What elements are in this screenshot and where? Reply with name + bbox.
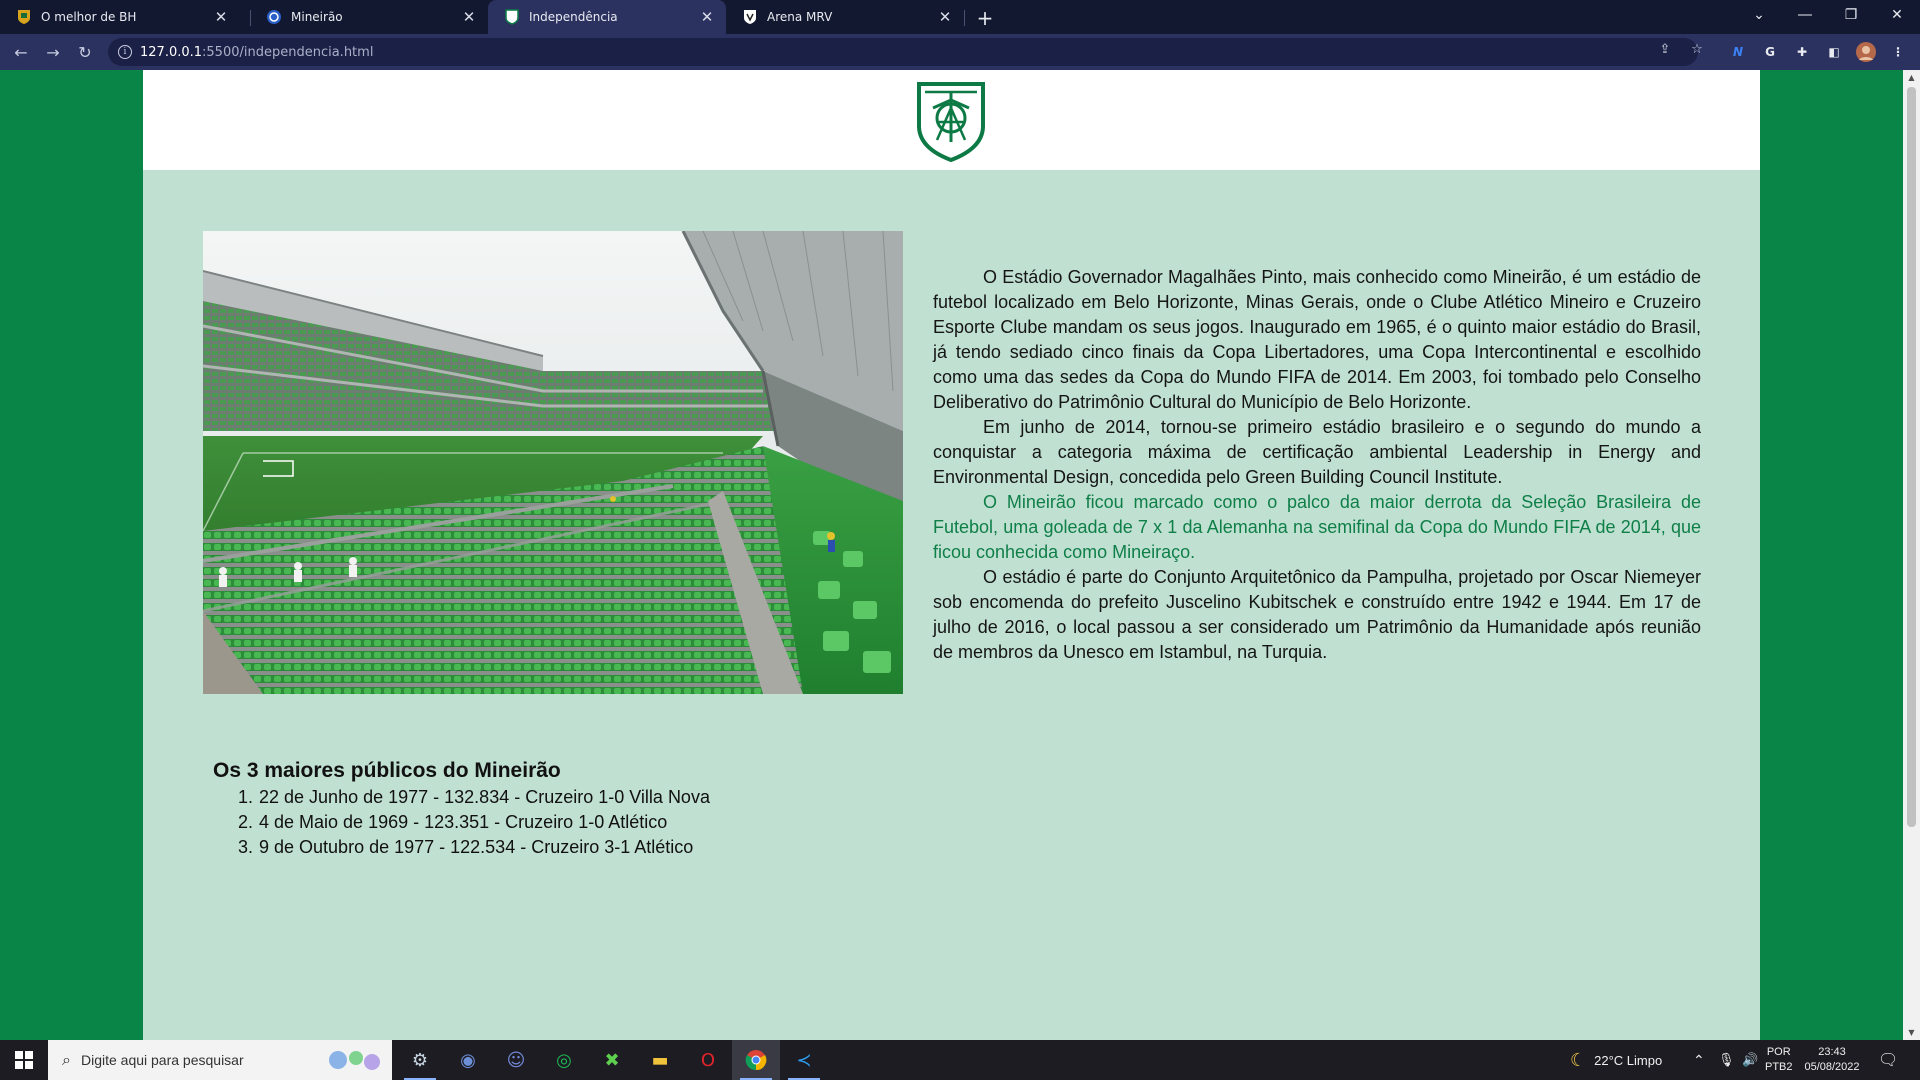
shield-icon [742, 9, 758, 25]
vscode-icon[interactable]: ≺ [780, 1040, 828, 1080]
tab-o-melhor-de-bh[interactable]: O melhor de BH ✕ [0, 0, 240, 34]
article-paragraph: O estádio é parte do Conjunto Arquitetôn… [933, 567, 1701, 662]
steam-icon[interactable]: ⚙ [396, 1040, 444, 1080]
forward-arrow-icon[interactable]: → [40, 39, 66, 65]
restore-button[interactable]: ❐ [1828, 0, 1874, 30]
app-circle-icon[interactable]: ◉ [444, 1040, 492, 1080]
url-path: :5500/independencia.html [202, 44, 374, 60]
page-viewport: O Estádio Governador Magalhães Pinto, ma… [0, 70, 1920, 1040]
list-item: 2. 4 de Maio de 1969 - 123.351 - Cruzeiro… [233, 810, 710, 835]
stadium-article: O Estádio Governador Magalhães Pinto, ma… [933, 265, 1701, 665]
records-list: 1. 22 de Junho de 1977 - 132.834 - Cruzei… [233, 785, 710, 860]
article-paragraph-highlight: O Mineirão ficou marcado como o palco da… [933, 492, 1701, 562]
attendance-records: Os 3 maiores públicos do Mineirão 1. 22 d… [213, 757, 710, 860]
scroll-down-arrow-icon[interactable]: ▼ [1907, 1028, 1916, 1037]
tab-independencia[interactable]: Independência ✕ [488, 0, 726, 34]
globe-icon [266, 9, 282, 25]
tab-title: Mineirão [291, 10, 343, 24]
file-explorer-icon[interactable]: ▬ [636, 1040, 684, 1080]
windows-taskbar: ⌕ Digite aqui para pesquisar ⚙ ◉ ☺ ◎ ✖ ▬… [0, 1040, 1920, 1080]
list-item: 1. 22 de Junho de 1977 - 132.834 - Cruzei… [233, 785, 710, 810]
tab-strip: O melhor de BH ✕ Mineirão ✕ Independênci… [0, 0, 1920, 34]
extension-g-icon[interactable]: G [1760, 42, 1780, 62]
list-item-number: 2. [237, 812, 253, 832]
tab-arena-mrv[interactable]: Arena MRV ✕ [726, 0, 964, 34]
records-title: Os 3 maiores públicos do Mineirão [213, 759, 561, 782]
close-tab-icon[interactable]: ✕ [934, 6, 956, 28]
moon-icon: ☾ [1570, 1049, 1587, 1070]
spotify-icon[interactable]: ◎ [540, 1040, 588, 1080]
extensions-puzzle-icon[interactable]: ✚ [1792, 42, 1812, 62]
tab-divider [964, 10, 965, 26]
weather-widget[interactable]: ☾ 22°C Limpo [1570, 1040, 1662, 1080]
list-item-number: 1. [237, 787, 253, 807]
close-tab-icon[interactable]: ✕ [696, 6, 718, 28]
list-item-text: 4 de Maio de 1969 - 123.351 - Cruzeiro 1… [259, 812, 668, 832]
clock[interactable]: 23:43 05/08/2022 [1802, 1040, 1862, 1080]
stadium-photo [203, 231, 903, 694]
new-tab-button[interactable]: + [972, 5, 998, 31]
chrome-icon[interactable] [732, 1040, 780, 1080]
clock-time: 23:43 [1818, 1046, 1846, 1058]
site-info-icon[interactable]: i [118, 45, 132, 59]
url-host: 127.0.0.1 [140, 44, 203, 60]
reload-icon[interactable]: ↻ [72, 39, 98, 65]
shield-icon [504, 9, 520, 25]
windows-start-icon[interactable] [0, 1040, 48, 1080]
browser-menu-icon[interactable]: ⋮ [1888, 42, 1908, 62]
list-item-number: 3. [237, 837, 253, 857]
input-language[interactable]: POR PTB2 [1765, 1040, 1793, 1080]
close-window-button[interactable]: ✕ [1874, 0, 1920, 30]
browser-toolbar: ← → ↻ i 127.0.0.1 :5500/independencia.ht… [0, 34, 1920, 70]
notifications-icon[interactable]: 🗨 [1878, 1040, 1898, 1080]
side-panel-icon[interactable]: ◧ [1824, 42, 1844, 62]
tab-mineirao[interactable]: Mineirão ✕ [250, 0, 488, 34]
extension-n-icon[interactable]: N [1728, 42, 1748, 62]
weather-text: 22°C Limpo [1594, 1052, 1663, 1068]
share-icon[interactable]: ⇪ [1656, 40, 1674, 58]
club-shield-icon [16, 9, 32, 25]
page-container: O Estádio Governador Magalhães Pinto, ma… [143, 70, 1760, 1040]
club-crest-logo[interactable] [915, 80, 987, 162]
list-item: 3. 9 de Outubro de 1977 - 122.534 - Cruze… [233, 835, 710, 860]
taskbar-search[interactable]: ⌕ Digite aqui para pesquisar [48, 1040, 392, 1080]
show-hidden-icons-chevron-icon[interactable]: ⌃ [1693, 1040, 1705, 1080]
search-placeholder: Digite aqui para pesquisar [80, 1052, 244, 1068]
list-item-text: 9 de Outubro de 1977 - 122.534 - Cruzeir… [259, 837, 694, 857]
minimize-button[interactable]: ― [1782, 0, 1828, 30]
close-tab-icon[interactable]: ✕ [210, 6, 232, 28]
article-paragraph: Em junho de 2014, tornou-se primeiro est… [933, 417, 1701, 487]
opera-icon[interactable]: O [684, 1040, 732, 1080]
scrollbar-thumb[interactable] [1907, 87, 1916, 827]
back-arrow-icon[interactable]: ← [8, 39, 34, 65]
microphone-icon[interactable]: 🎙 [1718, 1040, 1735, 1080]
language-code: POR [1766, 1046, 1791, 1058]
keyboard-layout: PTB2 [1765, 1061, 1793, 1073]
tab-title: Arena MRV [767, 10, 833, 24]
close-tab-icon[interactable]: ✕ [458, 6, 480, 28]
tab-title: O melhor de BH [41, 10, 137, 24]
list-item-text: 22 de Junho de 1977 - 132.834 - Cruzeiro… [259, 787, 710, 807]
site-header [143, 70, 1760, 170]
clock-date: 05/08/2022 [1804, 1061, 1860, 1073]
scroll-up-arrow-icon[interactable]: ▲ [1907, 73, 1916, 82]
xbox-icon[interactable]: ✖ [588, 1040, 636, 1080]
tab-title: Independência [529, 10, 618, 24]
article-paragraph: O Estádio Governador Magalhães Pinto, ma… [933, 267, 1701, 412]
profile-avatar[interactable] [1856, 42, 1876, 62]
search-icon: ⌕ [62, 1050, 71, 1069]
bookmark-star-icon[interactable]: ☆ [1688, 40, 1706, 58]
discord-icon[interactable]: ☺ [492, 1040, 540, 1080]
search-highlight-icon [324, 1046, 384, 1078]
vertical-scrollbar[interactable]: ▲ ▼ [1903, 70, 1920, 1040]
address-bar[interactable]: i 127.0.0.1 :5500/independencia.html [108, 38, 1698, 66]
tab-search-chevron-icon[interactable]: ⌄ [1736, 0, 1782, 30]
speaker-icon[interactable]: 🔊 [1742, 1040, 1758, 1080]
